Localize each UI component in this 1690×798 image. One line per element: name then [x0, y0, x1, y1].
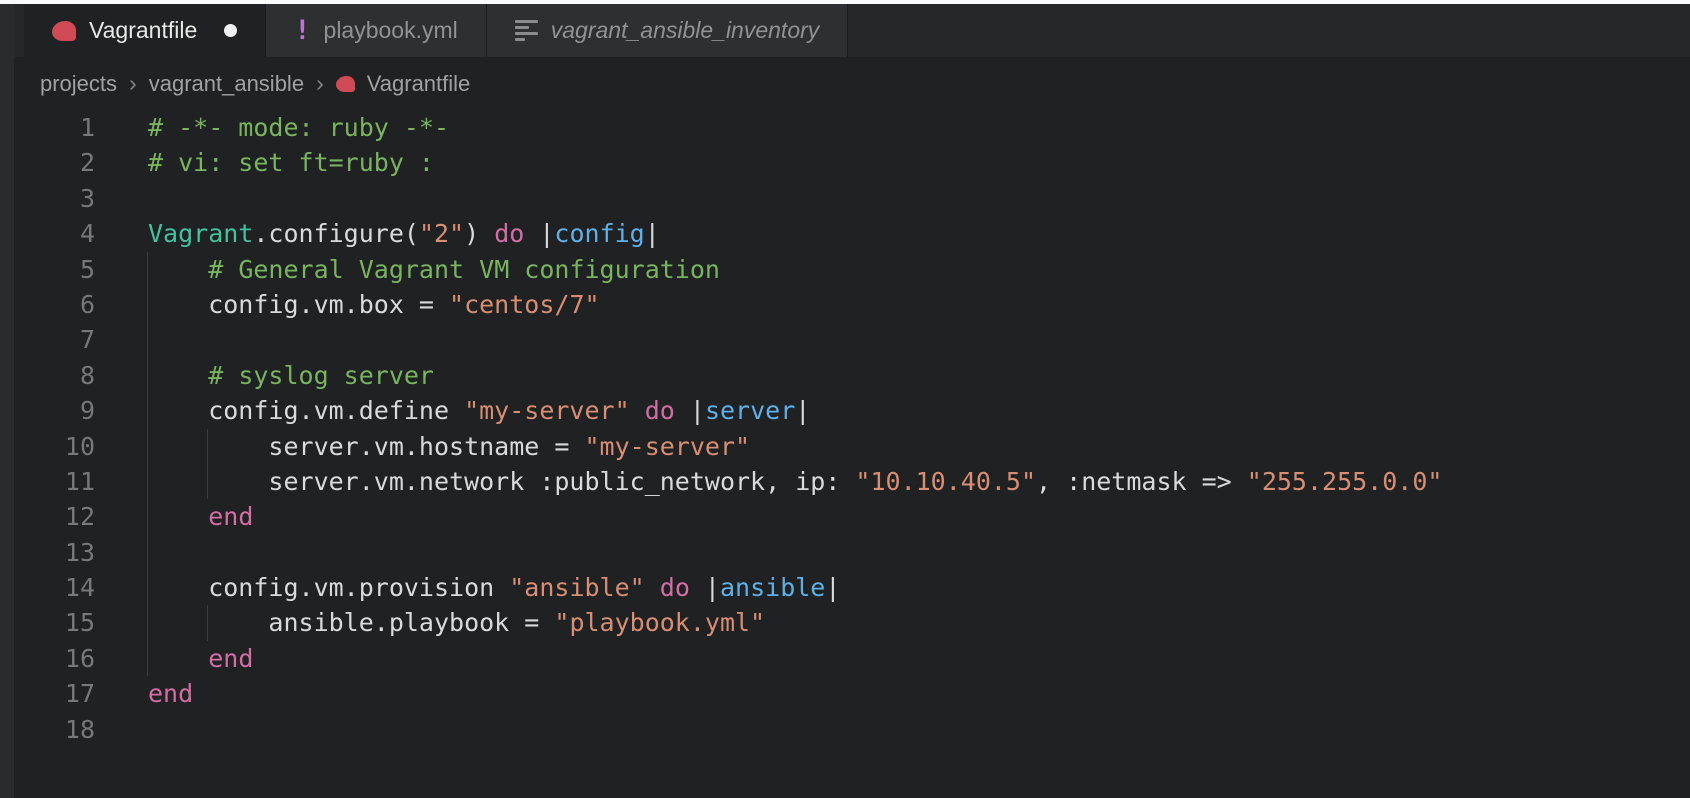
ruby-icon: [52, 20, 76, 41]
line-number[interactable]: 10: [14, 429, 95, 464]
breadcrumb-separator: ›: [316, 70, 324, 96]
code-text: # General Vagrant VM configuration: [208, 254, 720, 284]
code-line[interactable]: 16 end: [14, 640, 1690, 677]
editor-main: Vagrantfile ! playbook.yml vagrant_ansib…: [14, 4, 1690, 798]
code-text: server.vm.network :public_network, ip: "…: [148, 466, 1443, 496]
code-line[interactable]: 8 # syslog server: [14, 357, 1690, 394]
indent-guide: [147, 534, 148, 571]
code-line[interactable]: 5 # General Vagrant VM configuration: [14, 251, 1690, 287]
code-line[interactable]: 9 config.vm.define "my-server" do |serve…: [14, 393, 1690, 429]
indent-guide: [147, 463, 148, 500]
code-line[interactable]: 13: [14, 534, 1690, 571]
indent-guide: [207, 428, 209, 464]
code-line[interactable]: 7: [14, 322, 1690, 358]
code-text: # -*- mode: ruby -*-: [148, 113, 450, 142]
indent-guide: [147, 357, 148, 394]
indent-guide: [147, 251, 148, 287]
code-line[interactable]: 1 # -*- mode: ruby -*-: [14, 110, 1690, 145]
line-number[interactable]: 3: [14, 181, 95, 216]
code-line[interactable]: 18: [14, 712, 1690, 747]
code-text: config.vm.provision "ansible" do |ansibl…: [148, 573, 841, 603]
line-number[interactable]: 13: [14, 535, 95, 570]
modified-indicator-dot[interactable]: [224, 24, 238, 37]
indent-guide: [147, 640, 148, 677]
code-line[interactable]: 12 end: [14, 499, 1690, 535]
code-text: ansible.playbook = "playbook.yml": [148, 608, 766, 638]
breadcrumb-item-projects[interactable]: projects: [40, 71, 117, 97]
code-line[interactable]: 15 ansible.playbook = "playbook.yml": [14, 605, 1690, 641]
ruby-icon: [335, 75, 355, 92]
indent-guide: [147, 428, 148, 464]
line-number[interactable]: 8: [14, 358, 95, 393]
code-line[interactable]: 11 server.vm.network :public_network, ip…: [14, 463, 1690, 500]
line-number[interactable]: 9: [14, 393, 95, 428]
code-line[interactable]: 14 config.vm.provision "ansible" do |ans…: [14, 570, 1690, 606]
line-number[interactable]: 12: [14, 499, 95, 534]
code-line[interactable]: 6 config.vm.box = "centos/7": [14, 286, 1690, 323]
line-number[interactable]: 14: [14, 570, 95, 605]
tab-label: Vagrantfile: [89, 17, 198, 43]
code-text: server.vm.hostname = "my-server": [148, 431, 751, 461]
code-text: # vi: set ft=ruby :: [148, 148, 434, 178]
code-line[interactable]: 4 Vagrant.configure("2") do |config|: [14, 216, 1690, 251]
indent-guide: [147, 499, 148, 535]
code-editor: 1 # -*- mode: ruby -*- 2 # vi: set ft=ruby …: [14, 110, 1690, 747]
tab-label: playbook.yml: [323, 17, 458, 43]
code-line[interactable]: 10 server.vm.hostname = "my-server": [14, 428, 1690, 464]
breadcrumb: projects › vagrant_ansible › Vagrantfile: [14, 57, 1690, 110]
indent-guide: [147, 393, 148, 429]
code-line[interactable]: 2 # vi: set ft=ruby :: [14, 145, 1690, 180]
code-text: Vagrant.configure("2") do |config|: [148, 219, 660, 249]
code-text: end: [208, 643, 254, 673]
code-text: config.vm.define "my-server" do |server|: [148, 396, 811, 426]
code-text: end: [148, 679, 194, 709]
line-number[interactable]: 5: [14, 252, 95, 287]
code-line[interactable]: 3: [14, 181, 1690, 216]
tab-bar: Vagrantfile ! playbook.yml vagrant_ansib…: [14, 4, 1690, 57]
code-text: config.vm.box = "centos/7": [148, 289, 600, 319]
line-number[interactable]: 16: [14, 641, 95, 676]
breadcrumb-separator: ›: [129, 70, 137, 96]
indent-guide: [207, 605, 209, 641]
indent-guide: [147, 322, 148, 358]
tab-label: vagrant_ansible_inventory: [550, 17, 820, 43]
line-number[interactable]: 18: [14, 712, 95, 747]
line-number[interactable]: 11: [14, 464, 95, 499]
breadcrumb-item-vagrantfile[interactable]: Vagrantfile: [367, 71, 471, 97]
indent-guide: [147, 286, 148, 323]
tab-playbook-yml[interactable]: ! playbook.yml: [266, 4, 487, 57]
editor-window: Vagrantfile ! playbook.yml vagrant_ansib…: [0, 0, 1690, 798]
line-number[interactable]: 4: [14, 216, 95, 251]
yaml-icon: !: [294, 15, 311, 46]
code-text: # syslog server: [208, 360, 434, 390]
code-line[interactable]: 17 end: [14, 676, 1690, 711]
line-number[interactable]: 15: [14, 605, 95, 640]
line-number[interactable]: 7: [14, 322, 95, 357]
tab-vagrantfile[interactable]: Vagrantfile: [24, 4, 267, 57]
document-icon: [514, 20, 538, 41]
indent-guide: [147, 605, 148, 641]
left-edge-strip: [0, 4, 14, 798]
tab-vagrant-ansible-inventory[interactable]: vagrant_ansible_inventory: [486, 4, 849, 57]
indent-guide: [147, 570, 148, 606]
indent-guide: [207, 463, 209, 500]
line-number[interactable]: 1: [14, 110, 95, 145]
breadcrumb-item-vagrant-ansible[interactable]: vagrant_ansible: [149, 71, 304, 97]
code-text: end: [208, 502, 254, 532]
line-number[interactable]: 17: [14, 676, 95, 711]
line-number[interactable]: 6: [14, 287, 95, 322]
line-number[interactable]: 2: [14, 145, 95, 180]
